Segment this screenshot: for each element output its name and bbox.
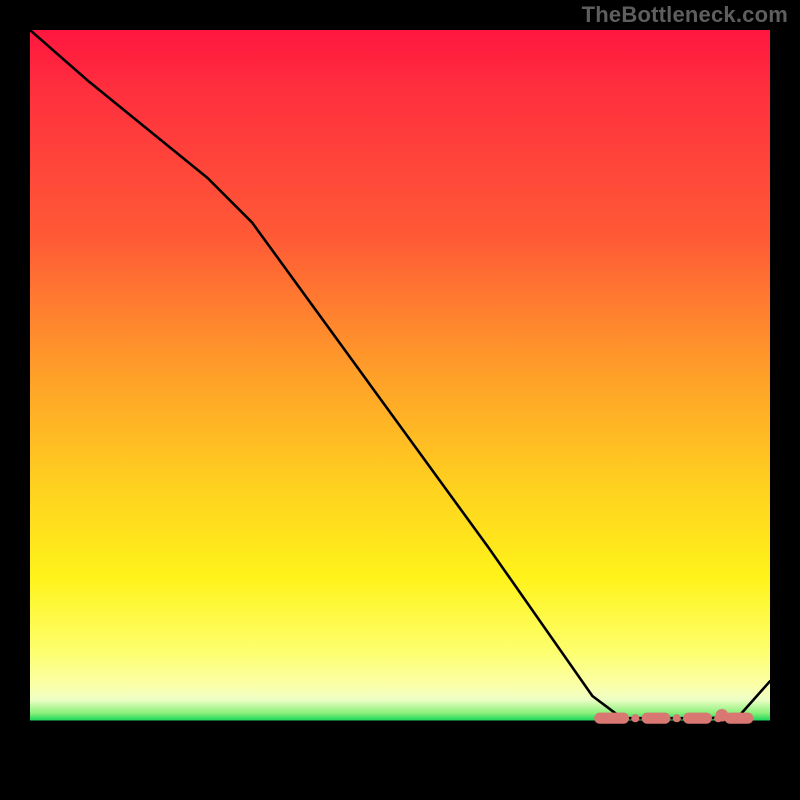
watermark-text: TheBottleneck.com [582,2,788,28]
curve-line [30,30,770,718]
end-marker-dot [716,709,729,722]
chart-svg [30,30,770,770]
chart-frame: TheBottleneck.com [0,0,800,800]
plot-area [30,30,770,770]
